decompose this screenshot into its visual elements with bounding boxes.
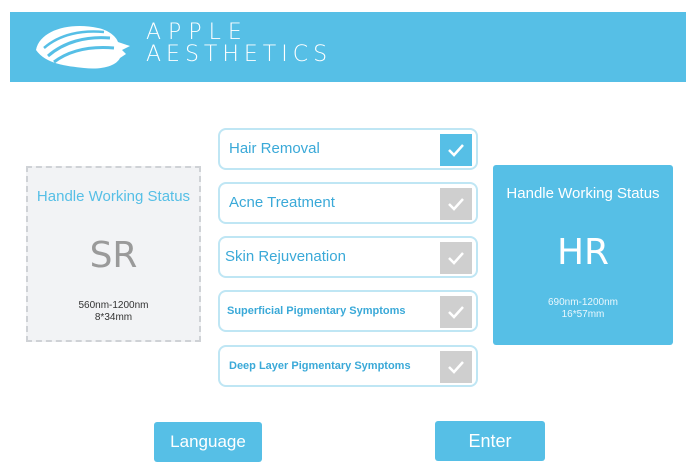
option-deep-layer-pigmentary[interactable]: Deep Layer Pigmentary Symptoms <box>218 345 478 387</box>
panel-specs: 690nm-1200nm 16*57mm <box>493 297 673 321</box>
panel-title: Handle Working Status <box>506 185 660 202</box>
checkbox-unchecked-icon[interactable] <box>440 188 472 220</box>
panel-spot-size: 8*34mm <box>94 312 133 323</box>
panel-wavelength: 560nm-1200nm <box>78 300 149 311</box>
checkbox-checked-icon[interactable] <box>440 134 472 166</box>
panel-title: Handle Working Status <box>36 188 191 205</box>
panel-spot-size: 16*57mm <box>561 309 605 320</box>
handle-status-panel-hr[interactable]: Handle Working Status HR 690nm-1200nm 16… <box>493 165 673 345</box>
option-acne-treatment[interactable]: Acne Treatment <box>218 182 478 224</box>
panel-mode: HR <box>556 232 610 273</box>
checkbox-unchecked-icon[interactable] <box>440 296 472 328</box>
checkbox-unchecked-icon[interactable] <box>440 242 472 274</box>
app-header: APPLE AESTHETICS <box>10 12 686 82</box>
profile-logo-icon <box>36 26 130 69</box>
handle-status-panel-sr[interactable]: Handle Working Status SR 560nm-1200nm 8*… <box>26 166 201 342</box>
checkbox-unchecked-icon[interactable] <box>440 351 472 383</box>
language-button[interactable]: Language <box>154 422 262 462</box>
option-label: Superficial Pigmentary Symptoms <box>227 305 406 317</box>
option-label: Deep Layer Pigmentary Symptoms <box>229 360 411 372</box>
panel-wavelength: 690nm-1200nm <box>547 297 619 308</box>
enter-button[interactable]: Enter <box>435 421 545 461</box>
option-superficial-pigmentary[interactable]: Superficial Pigmentary Symptoms <box>218 290 478 332</box>
option-skin-rejuvenation[interactable]: Skin Rejuvenation <box>218 236 478 278</box>
option-label: Hair Removal <box>229 140 320 157</box>
brand-line2: AESTHETICS <box>146 42 333 67</box>
panel-mode: SR <box>89 235 138 276</box>
panel-specs: 560nm-1200nm 8*34mm <box>28 300 199 324</box>
option-label: Skin Rejuvenation <box>225 248 346 265</box>
option-label: Acne Treatment <box>229 194 335 211</box>
brand-line1: APPLE <box>146 20 249 45</box>
option-hair-removal[interactable]: Hair Removal <box>218 128 478 170</box>
brand-name: APPLE AESTHETICS <box>146 22 332 66</box>
